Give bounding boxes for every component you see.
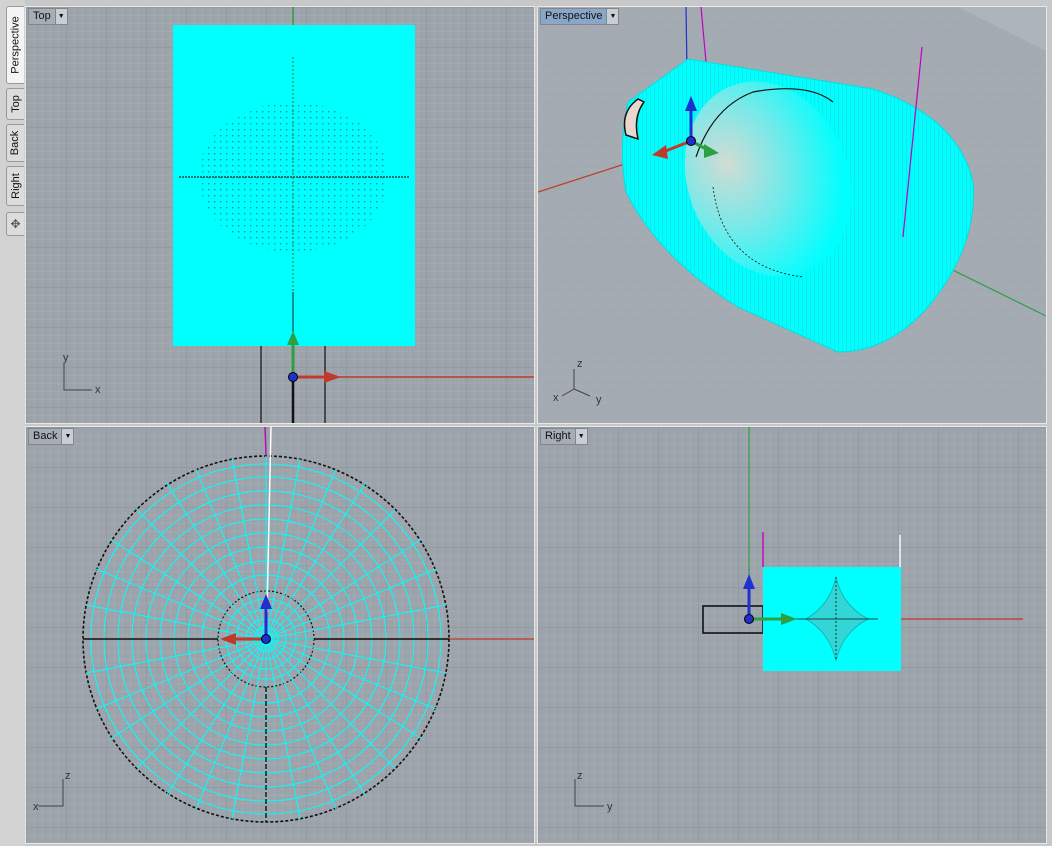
- tab-back[interactable]: Back: [6, 124, 24, 162]
- axis-label-x: x: [95, 384, 101, 396]
- viewport-name-top: Top: [33, 10, 51, 22]
- right-viewport-canvas: z y: [538, 427, 1046, 843]
- viewport-title-perspective[interactable]: Perspective ▼: [540, 8, 620, 25]
- top-viewport-canvas: y x: [26, 7, 534, 423]
- tab-top-label: Top: [9, 95, 22, 113]
- tab-back-label: Back: [9, 130, 22, 156]
- chevron-down-icon[interactable]: ▼: [606, 9, 619, 24]
- persp-axis-label-y: y: [596, 394, 602, 406]
- viewport-name-right: Right: [545, 430, 571, 442]
- persp-axis-label-x: x: [553, 392, 559, 404]
- perspective-viewport-canvas: z x y: [538, 7, 1046, 423]
- viewport-right[interactable]: z y Right ▼: [537, 426, 1047, 844]
- tab-top[interactable]: Top: [6, 88, 24, 120]
- viewport-title-back[interactable]: Back ▼: [28, 428, 75, 445]
- tab-perspective-label: Perspective: [9, 16, 22, 74]
- right-axis-label-y: y: [607, 801, 613, 813]
- chevron-down-icon[interactable]: ▼: [574, 429, 587, 444]
- viewport-title-right[interactable]: Right ▼: [540, 428, 588, 445]
- chevron-down-icon[interactable]: ▼: [54, 9, 67, 24]
- gumball-origin: [288, 372, 298, 382]
- persp-axis-label-z: z: [577, 358, 583, 370]
- back-axis-label-z: z: [65, 770, 71, 782]
- right-axis-label-z: z: [577, 770, 583, 782]
- viewport-side-tabs: Perspective Top Back Right ✥: [0, 0, 25, 846]
- tab-right-label: Right: [9, 173, 22, 199]
- tab-perspective[interactable]: Perspective: [6, 6, 24, 84]
- viewport-back[interactable]: z x Back ▼: [25, 426, 535, 844]
- crosshair-icon: ✥: [10, 217, 21, 231]
- viewport-name-back: Back: [33, 430, 58, 442]
- viewport-title-top[interactable]: Top ▼: [28, 8, 68, 25]
- back-viewport-canvas: z x: [26, 427, 534, 843]
- chevron-down-icon[interactable]: ▼: [61, 429, 74, 444]
- viewport-name-perspective: Perspective: [545, 10, 603, 22]
- viewport-perspective[interactable]: z x y Perspective ▼: [537, 6, 1047, 424]
- tab-add-viewport[interactable]: ✥: [6, 212, 24, 236]
- viewport-top[interactable]: y x Top ▼: [25, 6, 535, 424]
- back-axis-label-x: x: [33, 801, 39, 813]
- axis-label-y: y: [63, 352, 69, 364]
- tab-right[interactable]: Right: [6, 166, 24, 206]
